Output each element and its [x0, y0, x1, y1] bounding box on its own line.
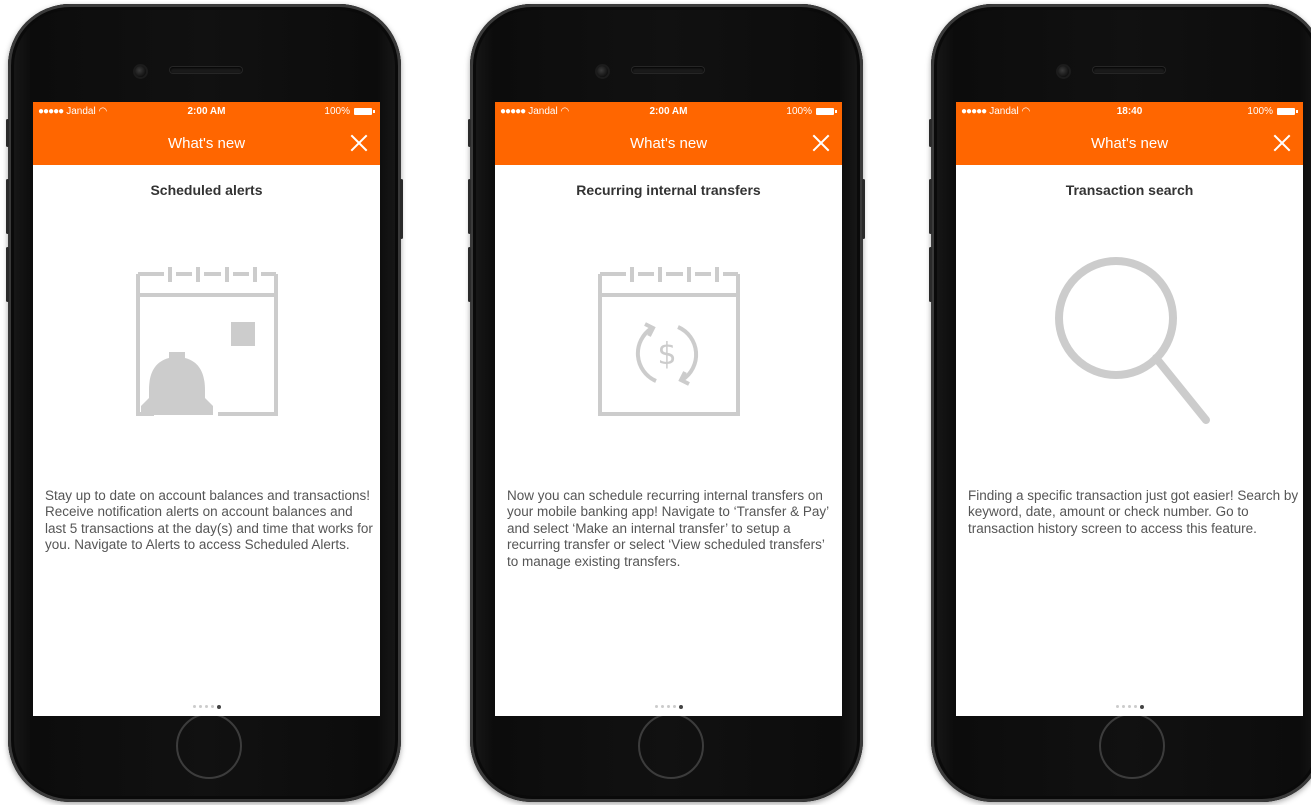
page-dot[interactable]	[1115, 705, 1119, 709]
page-dot[interactable]	[1127, 705, 1131, 709]
volume-down-button	[929, 247, 932, 302]
earpiece-speaker	[1093, 67, 1165, 73]
page-dot[interactable]	[192, 705, 196, 709]
page-dot[interactable]	[204, 705, 208, 709]
feature-description: Stay up to date on account balances and …	[45, 488, 373, 553]
phone-frame-scheduled-alerts: ●●●●● Jandal ◠ 2:00 AM 100% What's new Sc…	[6, 4, 403, 802]
feature-description: Now you can schedule recurring internal …	[507, 488, 829, 569]
page-dot[interactable]	[1121, 705, 1125, 709]
page-dot[interactable]	[210, 705, 214, 709]
volume-down-button	[468, 247, 471, 302]
page-dot[interactable]	[1133, 705, 1137, 709]
earpiece-speaker	[170, 67, 242, 73]
calendar-bell-icon	[136, 267, 278, 416]
calendar-recurring-dollar-icon: $	[598, 267, 740, 416]
front-camera	[597, 66, 608, 77]
page-dot[interactable]	[666, 705, 670, 709]
volume-up-button	[6, 179, 9, 234]
earpiece-speaker	[632, 67, 704, 73]
mute-switch	[468, 119, 471, 147]
power-button	[862, 179, 865, 239]
volume-down-button	[6, 247, 9, 302]
page-dot[interactable]	[672, 705, 676, 709]
page-dot-active[interactable]	[216, 704, 221, 709]
home-button[interactable]	[176, 713, 242, 779]
page-dot-active[interactable]	[1139, 704, 1144, 709]
page-dot[interactable]	[198, 705, 202, 709]
front-camera	[135, 66, 146, 77]
page-dot[interactable]	[660, 705, 664, 709]
front-camera	[1058, 66, 1069, 77]
phone-frame-transaction-search: ●●●●● Jandal ◠ 18:40 100% What's new Tran…	[929, 4, 1311, 802]
page-indicator[interactable]	[956, 698, 1303, 709]
page-indicator[interactable]	[33, 698, 380, 709]
page-indicator[interactable]	[495, 698, 842, 709]
volume-up-button	[929, 179, 932, 234]
page-dot[interactable]	[654, 705, 658, 709]
feature-description: Finding a specific transaction just got …	[968, 488, 1299, 536]
mute-switch	[6, 119, 9, 147]
home-button[interactable]	[638, 713, 704, 779]
home-button[interactable]	[1099, 713, 1165, 779]
page-dot-active[interactable]	[678, 704, 683, 709]
magnifier-icon	[1055, 257, 1210, 424]
svg-text:$: $	[657, 337, 676, 372]
volume-up-button	[468, 179, 471, 234]
phone-frame-recurring-transfers: ●●●●● Jandal ◠ 2:00 AM 100% What's new Re…	[468, 4, 865, 802]
whats-new-screen: ●●●●● Jandal ◠ 2:00 AM 100% What's new Sc…	[33, 102, 380, 716]
mute-switch	[929, 119, 932, 147]
whats-new-screen: ●●●●● Jandal ◠ 18:40 100% What's new Tran…	[956, 102, 1303, 716]
power-button	[400, 179, 403, 239]
whats-new-screen: ●●●●● Jandal ◠ 2:00 AM 100% What's new Re…	[495, 102, 842, 716]
